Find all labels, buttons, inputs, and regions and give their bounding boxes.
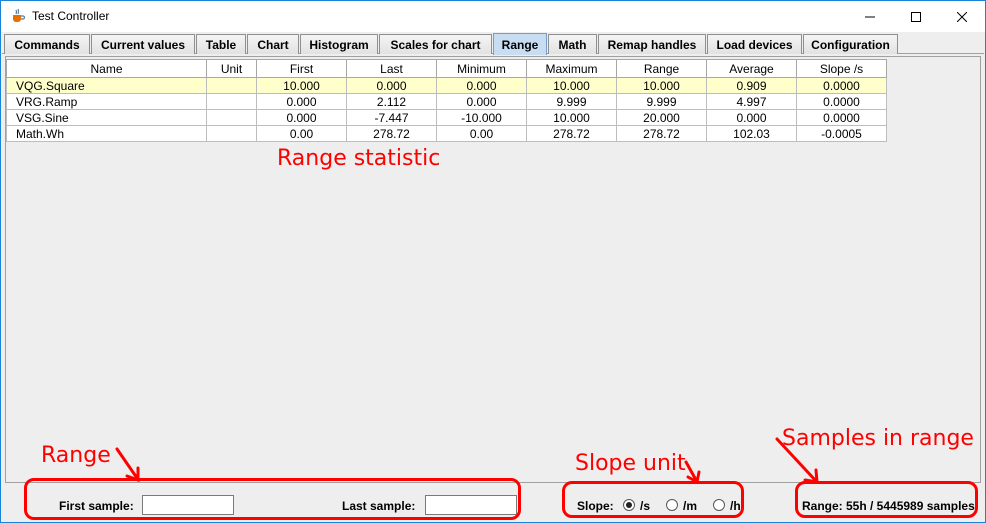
annotation-slope-box (562, 481, 744, 518)
cell-unit[interactable] (206, 93, 257, 110)
column-header-first[interactable]: First (256, 59, 347, 78)
cell-name[interactable]: Math.Wh (6, 125, 207, 142)
cell-first[interactable]: 0.000 (256, 109, 347, 126)
annotation-range-box (24, 478, 521, 520)
column-header-unit[interactable]: Unit (206, 59, 257, 78)
close-icon (957, 11, 967, 22)
tab-configuration[interactable]: Configuration (803, 34, 898, 54)
cell-first[interactable]: 0.000 (256, 93, 347, 110)
cell-last[interactable]: 2.112 (346, 93, 437, 110)
cell-average[interactable]: 0.000 (706, 109, 797, 126)
tab-current-values[interactable]: Current values (91, 34, 195, 54)
column-header-last[interactable]: Last (346, 59, 437, 78)
cell-average[interactable]: 0.909 (706, 77, 797, 94)
cell-average[interactable]: 4.997 (706, 93, 797, 110)
table-row[interactable]: VSG.Sine 0.000 -7.447 -10.000 10.000 20.… (6, 109, 887, 126)
cell-name[interactable]: VRG.Ramp (6, 93, 207, 110)
cell-maximum[interactable]: 10.000 (526, 77, 617, 94)
table-row[interactable]: VQG.Square 10.000 0.000 0.000 10.000 10.… (6, 77, 887, 94)
title-bar[interactable]: Test Controller (1, 1, 985, 32)
minimize-icon (865, 16, 875, 17)
cell-first[interactable]: 0.00 (256, 125, 347, 142)
tab-math[interactable]: Math (548, 34, 597, 54)
tab-bar: Commands Current values Table Chart Hist… (2, 32, 984, 55)
cell-maximum[interactable]: 278.72 (526, 125, 617, 142)
cell-maximum[interactable]: 10.000 (526, 109, 617, 126)
cell-last[interactable]: 278.72 (346, 125, 437, 142)
java-cup-icon (10, 8, 26, 24)
range-panel: Name Unit First Last Minimum Maximum Ran… (5, 56, 981, 483)
range-statistics-table: Name Unit First Last Minimum Maximum Ran… (6, 59, 887, 142)
column-header-range[interactable]: Range (616, 59, 707, 78)
minimize-button[interactable] (847, 1, 893, 32)
cell-range[interactable]: 20.000 (616, 109, 707, 126)
tab-scales-for-chart[interactable]: Scales for chart (379, 34, 492, 54)
annotation-range: Range (41, 443, 111, 468)
cell-last[interactable]: 0.000 (346, 77, 437, 94)
cell-range[interactable]: 9.999 (616, 93, 707, 110)
cell-name[interactable]: VSG.Sine (6, 109, 207, 126)
close-button[interactable] (939, 1, 985, 32)
cell-minimum[interactable]: 0.00 (436, 125, 527, 142)
table-row[interactable]: VRG.Ramp 0.000 2.112 0.000 9.999 9.999 4… (6, 93, 887, 110)
cell-maximum[interactable]: 9.999 (526, 93, 617, 110)
cell-slope[interactable]: 0.0000 (796, 77, 887, 94)
cell-range[interactable]: 10.000 (616, 77, 707, 94)
tab-commands[interactable]: Commands (4, 34, 90, 54)
column-header-slope[interactable]: Slope /s (796, 59, 887, 78)
cell-first[interactable]: 10.000 (256, 77, 347, 94)
table-header-row: Name Unit First Last Minimum Maximum Ran… (6, 59, 887, 78)
annotation-slope-unit: Slope unit (575, 451, 686, 476)
maximize-button[interactable] (893, 1, 939, 32)
cell-unit[interactable] (206, 109, 257, 126)
tab-table[interactable]: Table (196, 34, 246, 54)
annotation-range-statistic: Range statistic (277, 146, 441, 171)
cell-average[interactable]: 102.03 (706, 125, 797, 142)
tab-load-devices[interactable]: Load devices (707, 34, 802, 54)
window-title: Test Controller (32, 9, 110, 23)
column-header-maximum[interactable]: Maximum (526, 59, 617, 78)
column-header-minimum[interactable]: Minimum (436, 59, 527, 78)
annotation-samples-box (795, 481, 978, 518)
cell-slope[interactable]: 0.0000 (796, 93, 887, 110)
cell-slope[interactable]: 0.0000 (796, 109, 887, 126)
tab-remap-handles[interactable]: Remap handles (598, 34, 706, 54)
tab-chart[interactable]: Chart (247, 34, 299, 54)
annotation-samples-in-range: Samples in range (782, 426, 974, 451)
tab-histogram[interactable]: Histogram (300, 34, 378, 54)
cell-unit[interactable] (206, 77, 257, 94)
cell-minimum[interactable]: 0.000 (436, 77, 527, 94)
cell-minimum[interactable]: 0.000 (436, 93, 527, 110)
cell-name[interactable]: VQG.Square (6, 77, 207, 94)
table-row[interactable]: Math.Wh 0.00 278.72 0.00 278.72 278.72 1… (6, 125, 887, 142)
column-header-average[interactable]: Average (706, 59, 797, 78)
cell-unit[interactable] (206, 125, 257, 142)
column-header-name[interactable]: Name (6, 59, 207, 78)
cell-minimum[interactable]: -10.000 (436, 109, 527, 126)
cell-last[interactable]: -7.447 (346, 109, 437, 126)
cell-slope[interactable]: -0.0005 (796, 125, 887, 142)
cell-range[interactable]: 278.72 (616, 125, 707, 142)
tab-range[interactable]: Range (493, 33, 547, 55)
maximize-icon (911, 11, 921, 22)
